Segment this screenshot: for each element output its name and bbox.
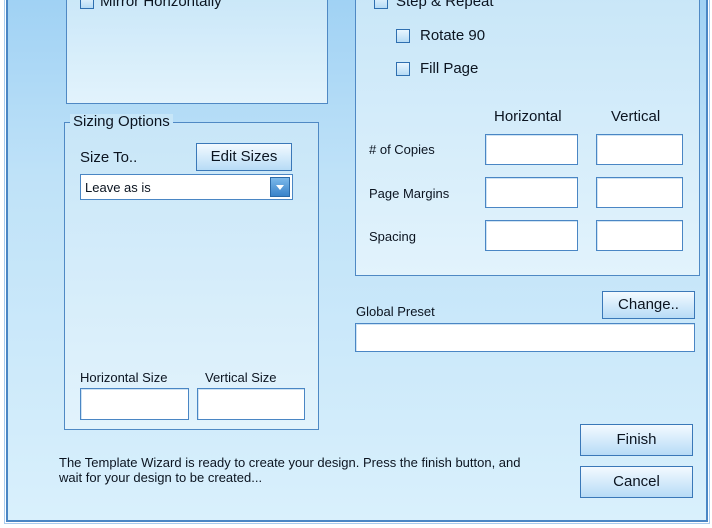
copies-horizontal-input[interactable] bbox=[485, 134, 578, 165]
cancel-button[interactable]: Cancel bbox=[580, 466, 693, 498]
size-to-dropdown[interactable]: Leave as is bbox=[80, 174, 293, 200]
sizing-options-title: Sizing Options bbox=[70, 114, 173, 130]
vertical-size-label: Vertical Size bbox=[205, 370, 277, 385]
step-repeat-label: Step & Repeat bbox=[396, 0, 494, 10]
fill-page-checkbox[interactable] bbox=[396, 62, 410, 76]
horizontal-size-input[interactable] bbox=[80, 388, 189, 420]
mirror-horizontally-checkbox[interactable] bbox=[80, 0, 94, 9]
spacing-label: Spacing bbox=[369, 229, 416, 244]
horizontal-column-header: Horizontal bbox=[494, 108, 562, 125]
step-repeat-checkbox[interactable] bbox=[374, 0, 388, 9]
global-preset-label: Global Preset bbox=[356, 304, 435, 319]
chevron-down-icon[interactable] bbox=[270, 177, 290, 197]
rotate-90-label: Rotate 90 bbox=[420, 27, 486, 44]
copies-label: # of Copies bbox=[369, 142, 435, 157]
spacing-vertical-input[interactable] bbox=[596, 220, 683, 251]
size-to-dropdown-value: Leave as is bbox=[85, 180, 151, 195]
mirror-horizontally-label: Mirror Horizontally bbox=[100, 0, 222, 10]
wizard-window: Mirror Horizontally Step & Repeat Rotate… bbox=[4, 0, 710, 524]
vertical-size-input[interactable] bbox=[197, 388, 305, 420]
global-preset-field[interactable] bbox=[355, 323, 695, 352]
wizard-status-message: The Template Wizard is ready to create y… bbox=[59, 455, 521, 485]
page-margins-label: Page Margins bbox=[369, 186, 450, 201]
size-to-label: Size To.. bbox=[80, 149, 138, 166]
page-margins-horizontal-input[interactable] bbox=[485, 177, 578, 208]
finish-button[interactable]: Finish bbox=[580, 424, 693, 456]
horizontal-size-label: Horizontal Size bbox=[80, 370, 168, 385]
spacing-horizontal-input[interactable] bbox=[485, 220, 578, 251]
change-preset-button[interactable]: Change.. bbox=[602, 291, 695, 319]
fill-page-label: Fill Page bbox=[420, 60, 479, 77]
vertical-column-header: Vertical bbox=[611, 108, 661, 125]
edit-sizes-button[interactable]: Edit Sizes bbox=[196, 143, 292, 171]
rotate-90-checkbox[interactable] bbox=[396, 29, 410, 43]
copies-vertical-input[interactable] bbox=[596, 134, 683, 165]
mirror-panel bbox=[66, 0, 328, 104]
page-margins-vertical-input[interactable] bbox=[596, 177, 683, 208]
